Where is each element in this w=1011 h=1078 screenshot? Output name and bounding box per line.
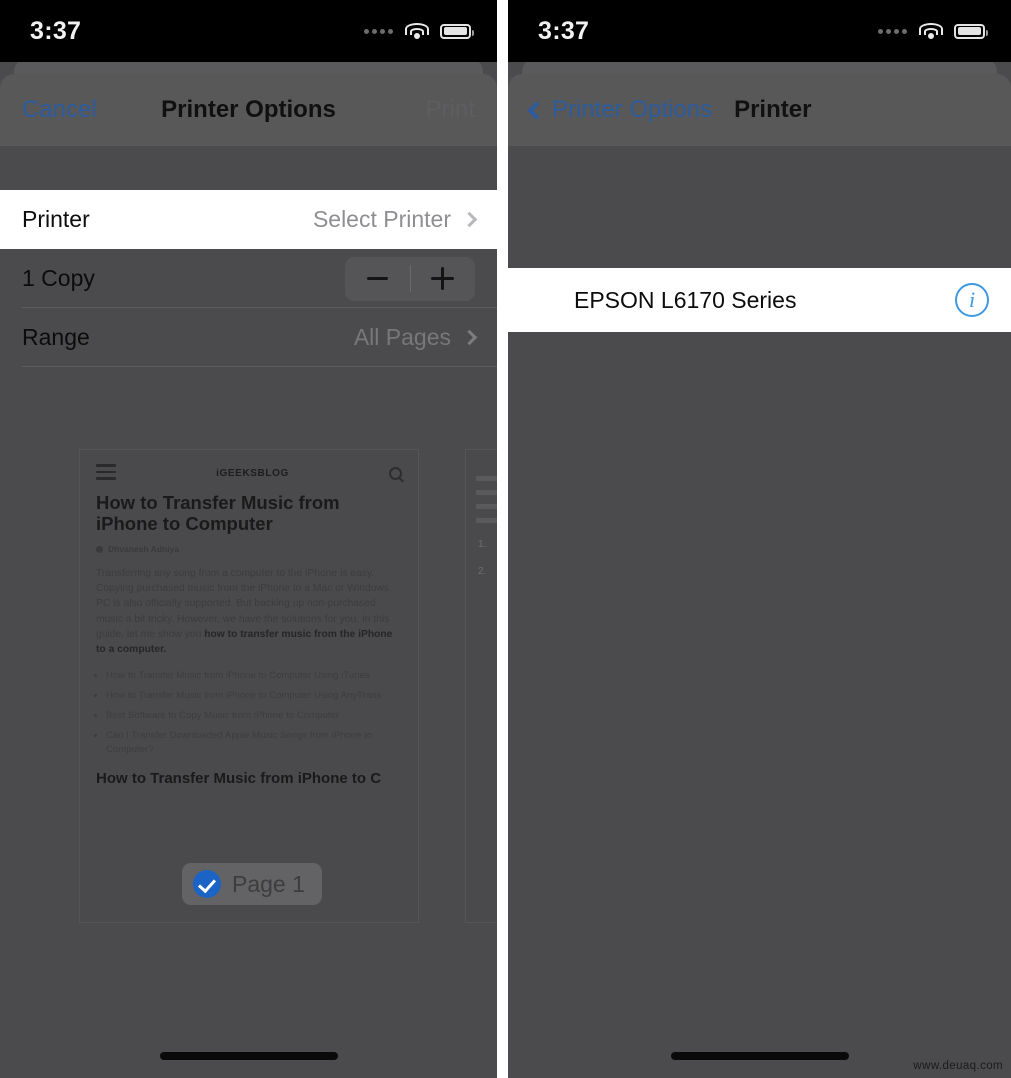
author-name: Dhvanesh Adhiya — [108, 544, 180, 555]
phone-screen-printer-select: 3:37 Printer Options Printer EPSON L6170… — [508, 0, 1011, 1078]
list-item: Best Software to Copy Music from iPhone … — [106, 709, 402, 723]
navbar-spacer — [508, 146, 1011, 190]
page-thumbnail-2[interactable]: 1. 2. — [466, 450, 497, 922]
navbar-spacer — [0, 146, 497, 190]
print-label: Print — [425, 96, 475, 123]
chevron-right-icon — [461, 211, 478, 228]
back-label: Printer Options — [552, 96, 713, 123]
row-copies[interactable]: 1 Copy — [0, 249, 497, 308]
wifi-icon — [918, 22, 943, 40]
print-button[interactable]: Print — [426, 96, 475, 124]
row-printer-accessory: Select Printer — [312, 206, 478, 233]
wifi-icon — [404, 22, 429, 40]
placeholder-line — [476, 490, 497, 495]
page-selected-badge[interactable]: Page 1 — [182, 863, 322, 905]
placeholder-line — [476, 504, 497, 509]
printer-name-label: EPSON L6170 Series — [574, 286, 797, 313]
placeholder-line — [476, 476, 497, 481]
row-range-accessory: All Pages — [353, 324, 478, 351]
printer-list-body — [508, 332, 1011, 1078]
decrement-button[interactable] — [345, 257, 410, 301]
page2-marker: 1. — [478, 539, 487, 550]
signal-dots-icon — [364, 28, 393, 34]
battery-icon — [440, 23, 474, 39]
document-header: iGEEKSBLOG — [80, 450, 418, 490]
cancel-button[interactable]: Cancel — [0, 96, 97, 124]
status-time: 3:37 — [538, 16, 590, 45]
list-item-printer[interactable]: EPSON L6170 Series i — [508, 268, 1011, 332]
row-divider — [22, 366, 497, 367]
row-printer-value: Select Printer — [312, 206, 451, 232]
list-item: Can I Transfer Downloaded Apple Music So… — [106, 729, 402, 757]
printer-list-top-spacer — [508, 190, 1011, 268]
phone-screen-printer-options: 3:37 Cancel Printer Options Print Printe… — [0, 0, 497, 1078]
author-avatar-icon — [96, 545, 103, 553]
row-range-label: Range — [22, 324, 90, 350]
article-paragraph: Transferring any song from a computer to… — [80, 554, 418, 657]
article-toc-list: How to Transfer Music from iPhone to Com… — [80, 657, 418, 757]
page2-marker: 2. — [478, 566, 487, 577]
status-bar-right: 3:37 — [508, 0, 1011, 62]
page-title: Printer — [734, 96, 812, 123]
increment-button[interactable] — [411, 257, 476, 301]
signal-dots-icon — [878, 28, 907, 34]
status-indicators — [364, 22, 474, 40]
home-indicator[interactable] — [159, 1052, 338, 1060]
placeholder-line — [476, 518, 497, 523]
navbar-printer: Printer Options Printer — [508, 74, 1011, 146]
list-item: How to Transfer Music from iPhone to Com… — [106, 689, 402, 703]
row-printer[interactable]: Printer Select Printer — [0, 190, 497, 249]
hamburger-menu-icon — [96, 464, 116, 484]
list-item: How to Transfer Music from iPhone to Com… — [106, 669, 402, 683]
article-byline: Dhvanesh Adhiya — [80, 535, 418, 554]
chevron-left-icon — [527, 100, 546, 120]
quantity-stepper[interactable] — [345, 256, 476, 301]
watermark: www.deuaq.com — [913, 1060, 1003, 1072]
navbar-printer-options: Cancel Printer Options Print — [0, 74, 497, 146]
page2-placeholder-content: 1. 2. — [466, 450, 497, 577]
check-circle-icon — [193, 870, 221, 898]
status-indicators — [878, 22, 988, 40]
site-logo: iGEEKSBLOG — [216, 468, 289, 480]
status-bar-left: 3:37 — [0, 0, 497, 62]
battery-icon — [954, 23, 988, 39]
printer-options-list: Printer Select Printer 1 Copy Range All … — [0, 190, 497, 367]
chevron-right-icon — [461, 329, 478, 346]
row-range[interactable]: Range All Pages — [0, 308, 497, 367]
screenshot-stage: 3:37 Cancel Printer Options Print Printe… — [0, 0, 1011, 1078]
page-thumbnail-1[interactable]: iGEEKSBLOG How to Transfer Music from iP… — [80, 450, 418, 922]
page-badge-label: Page 1 — [232, 870, 305, 897]
row-copies-accessory — [345, 256, 476, 301]
home-indicator[interactable] — [670, 1052, 849, 1060]
article-subheading: How to Transfer Music from iPhone to C — [96, 770, 382, 788]
status-time: 3:37 — [30, 16, 82, 45]
search-icon — [389, 467, 402, 481]
row-printer-label: Printer — [22, 206, 90, 232]
minus-icon — [366, 277, 388, 280]
article-title: How to Transfer Music from iPhone to Com… — [96, 491, 340, 535]
row-copies-label: 1 Copy — [22, 265, 95, 291]
print-preview-area: iGEEKSBLOG How to Transfer Music from iP… — [0, 368, 497, 1078]
back-button[interactable]: Printer Options — [508, 96, 712, 124]
plus-icon — [431, 267, 455, 290]
cancel-label: Cancel — [22, 96, 97, 123]
row-range-value: All Pages — [353, 324, 451, 350]
info-icon[interactable]: i — [955, 283, 989, 317]
